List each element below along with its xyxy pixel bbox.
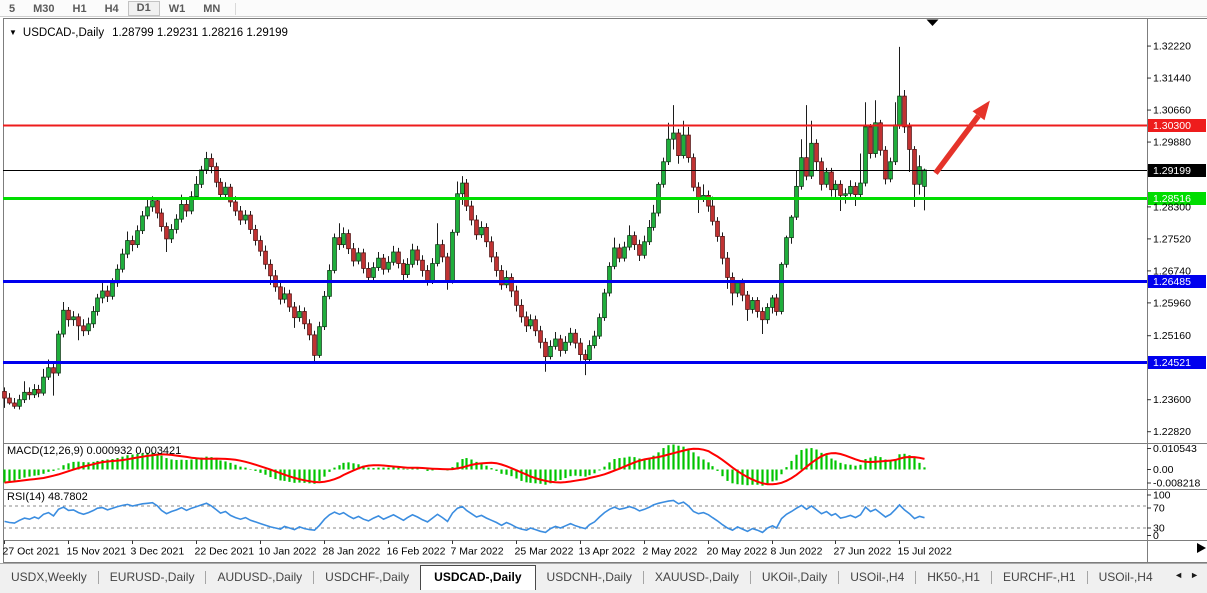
svg-text:1.30300: 1.30300 bbox=[1153, 120, 1191, 132]
trading-terminal-window: 5M30H1H4D1W1MN ▼ USDCAD-,Daily 1.28799 1… bbox=[0, 0, 1207, 593]
svg-text:27 Oct 2021: 27 Oct 2021 bbox=[3, 546, 60, 558]
svg-text:1.25960: 1.25960 bbox=[1153, 297, 1191, 309]
scroll-right-button[interactable]: ► bbox=[1190, 570, 1199, 580]
svg-text:0.010543: 0.010543 bbox=[1153, 443, 1197, 455]
rsi-pane: 10070300RSI(14) 48.7802 bbox=[3, 490, 1171, 543]
svg-text:1.29199: 1.29199 bbox=[1153, 165, 1191, 177]
tab-usdx-weekly[interactable]: USDX,Weekly bbox=[0, 564, 98, 584]
tab-hk50-h1[interactable]: HK50-,H1 bbox=[916, 564, 991, 584]
svg-text:10 Jan 2022: 10 Jan 2022 bbox=[259, 546, 317, 558]
svg-text:15 Nov 2021: 15 Nov 2021 bbox=[67, 546, 127, 558]
tab-usdcad-daily[interactable]: USDCAD-,Daily bbox=[420, 565, 535, 590]
svg-text:27 Jun 2022: 27 Jun 2022 bbox=[834, 546, 892, 558]
axis-end-arrow-icon[interactable] bbox=[1197, 543, 1206, 553]
tab-scroll-controls: ◄► bbox=[1170, 564, 1207, 580]
svg-text:25 Mar 2022: 25 Mar 2022 bbox=[515, 546, 574, 558]
svg-text:1.28300: 1.28300 bbox=[1153, 201, 1191, 213]
tab-eurchf-h1[interactable]: EURCHF-,H1 bbox=[992, 564, 1087, 584]
svg-text:1.27520: 1.27520 bbox=[1153, 233, 1191, 245]
svg-text:70: 70 bbox=[1153, 503, 1165, 515]
hline-support-line-green[interactable]: 1.28516 bbox=[3, 192, 1206, 205]
svg-text:1.31440: 1.31440 bbox=[1153, 73, 1191, 85]
svg-text:0: 0 bbox=[1153, 530, 1159, 542]
timeframe-button-m30[interactable]: M30 bbox=[24, 2, 63, 16]
svg-text:1.29880: 1.29880 bbox=[1153, 137, 1191, 149]
svg-text:8 Jun 2022: 8 Jun 2022 bbox=[771, 546, 823, 558]
svg-text:7 Mar 2022: 7 Mar 2022 bbox=[451, 546, 504, 558]
tab-usdchf-daily[interactable]: USDCHF-,Daily bbox=[314, 564, 420, 584]
macd-indicator-label: MACD(12,26,9) 0.000932 0.003421 bbox=[7, 445, 181, 457]
svg-text:1.23600: 1.23600 bbox=[1153, 394, 1191, 406]
tab-eurusd-daily[interactable]: EURUSD-,Daily bbox=[99, 564, 206, 584]
timeframe-button-w1[interactable]: W1 bbox=[160, 2, 195, 16]
svg-text:1.32220: 1.32220 bbox=[1153, 41, 1191, 53]
svg-text:1.30660: 1.30660 bbox=[1153, 105, 1191, 117]
date-axis[interactable]: 27 Oct 2021 15 Nov 2021 3 Dec 2021 22 Dec 2… bbox=[3, 541, 1207, 558]
timeframe-button-5[interactable]: 5 bbox=[0, 2, 24, 16]
tab-usoil-h4[interactable]: USOil-,H4 bbox=[1088, 564, 1164, 584]
tab-usoil-h4[interactable]: USOil-,H4 bbox=[839, 564, 915, 584]
svg-text:1.25160: 1.25160 bbox=[1153, 330, 1191, 342]
timeframe-toolbar: 5M30H1H4D1W1MN bbox=[0, 0, 1207, 17]
svg-text:22 Dec 2021: 22 Dec 2021 bbox=[195, 546, 255, 558]
svg-text:28 Jan 2022: 28 Jan 2022 bbox=[323, 546, 381, 558]
chart-canvas[interactable]: 1.303001.291991.285161.264851.245211.322… bbox=[0, 18, 1207, 564]
timeframe-button-mn[interactable]: MN bbox=[194, 2, 229, 16]
chart-symbol-label: USDCAD-,Daily bbox=[23, 27, 104, 39]
hline-resistance-line[interactable]: 1.30300 bbox=[3, 119, 1206, 132]
svg-text:3 Dec 2021: 3 Dec 2021 bbox=[131, 546, 185, 558]
trend-arrow-annotation[interactable] bbox=[936, 101, 990, 174]
toolbar-separator bbox=[235, 3, 236, 15]
symbol-dropdown-icon[interactable]: ▼ bbox=[9, 28, 17, 37]
timeframe-button-d1[interactable]: D1 bbox=[128, 1, 160, 16]
candles-layer bbox=[3, 47, 927, 410]
tab-xauusd-daily[interactable]: XAUUSD-,Daily bbox=[644, 564, 750, 584]
svg-text:15 Jul 2022: 15 Jul 2022 bbox=[898, 546, 952, 558]
tab-ukoil-daily[interactable]: UKOil-,Daily bbox=[751, 564, 838, 584]
svg-text:1.26485: 1.26485 bbox=[1153, 276, 1191, 288]
svg-text:-0.008218: -0.008218 bbox=[1153, 478, 1200, 490]
chart-shift-marker-icon[interactable] bbox=[927, 20, 939, 27]
timeframe-button-h1[interactable]: H1 bbox=[64, 2, 96, 16]
svg-text:20 May 2022: 20 May 2022 bbox=[707, 546, 768, 558]
chart-ohlc-values: 1.28799 1.29231 1.28216 1.29199 bbox=[112, 27, 288, 39]
chart-title: ▼ USDCAD-,Daily 1.28799 1.29231 1.28216 … bbox=[9, 27, 288, 39]
tab-audusd-daily[interactable]: AUDUSD-,Daily bbox=[206, 564, 313, 584]
tab-usdcnh-daily[interactable]: USDCNH-,Daily bbox=[536, 564, 643, 584]
svg-text:0.00: 0.00 bbox=[1153, 464, 1174, 476]
hline-support-line-blue-2[interactable]: 1.24521 bbox=[3, 356, 1206, 369]
svg-text:16 Feb 2022: 16 Feb 2022 bbox=[387, 546, 446, 558]
svg-text:1.22820: 1.22820 bbox=[1153, 426, 1191, 438]
timeframe-button-h4[interactable]: H4 bbox=[96, 2, 128, 16]
svg-text:1.24521: 1.24521 bbox=[1153, 357, 1191, 369]
svg-text:1.26740: 1.26740 bbox=[1153, 265, 1191, 277]
hline-support-line-blue-1[interactable]: 1.26485 bbox=[3, 275, 1206, 288]
svg-text:2 May 2022: 2 May 2022 bbox=[643, 546, 698, 558]
chart-tabs-bar: USDX,WeeklyEURUSD-,DailyAUDUSD-,DailyUSD… bbox=[0, 563, 1207, 593]
macd-pane: 0.010543 0.00 -0.008218 MACD(12,26,9) 0.000… bbox=[5, 443, 1201, 490]
svg-text:100: 100 bbox=[1153, 490, 1171, 502]
svg-text:13 Apr 2022: 13 Apr 2022 bbox=[579, 546, 636, 558]
hline-current-price-line[interactable]: 1.29199 bbox=[3, 164, 1206, 177]
scroll-left-button[interactable]: ◄ bbox=[1174, 570, 1183, 580]
price-axis[interactable]: 1.32220 1.31440 1.30660 1.29880 1.28300 1.275… bbox=[1147, 41, 1191, 439]
rsi-indicator-label: RSI(14) 48.7802 bbox=[7, 491, 88, 503]
